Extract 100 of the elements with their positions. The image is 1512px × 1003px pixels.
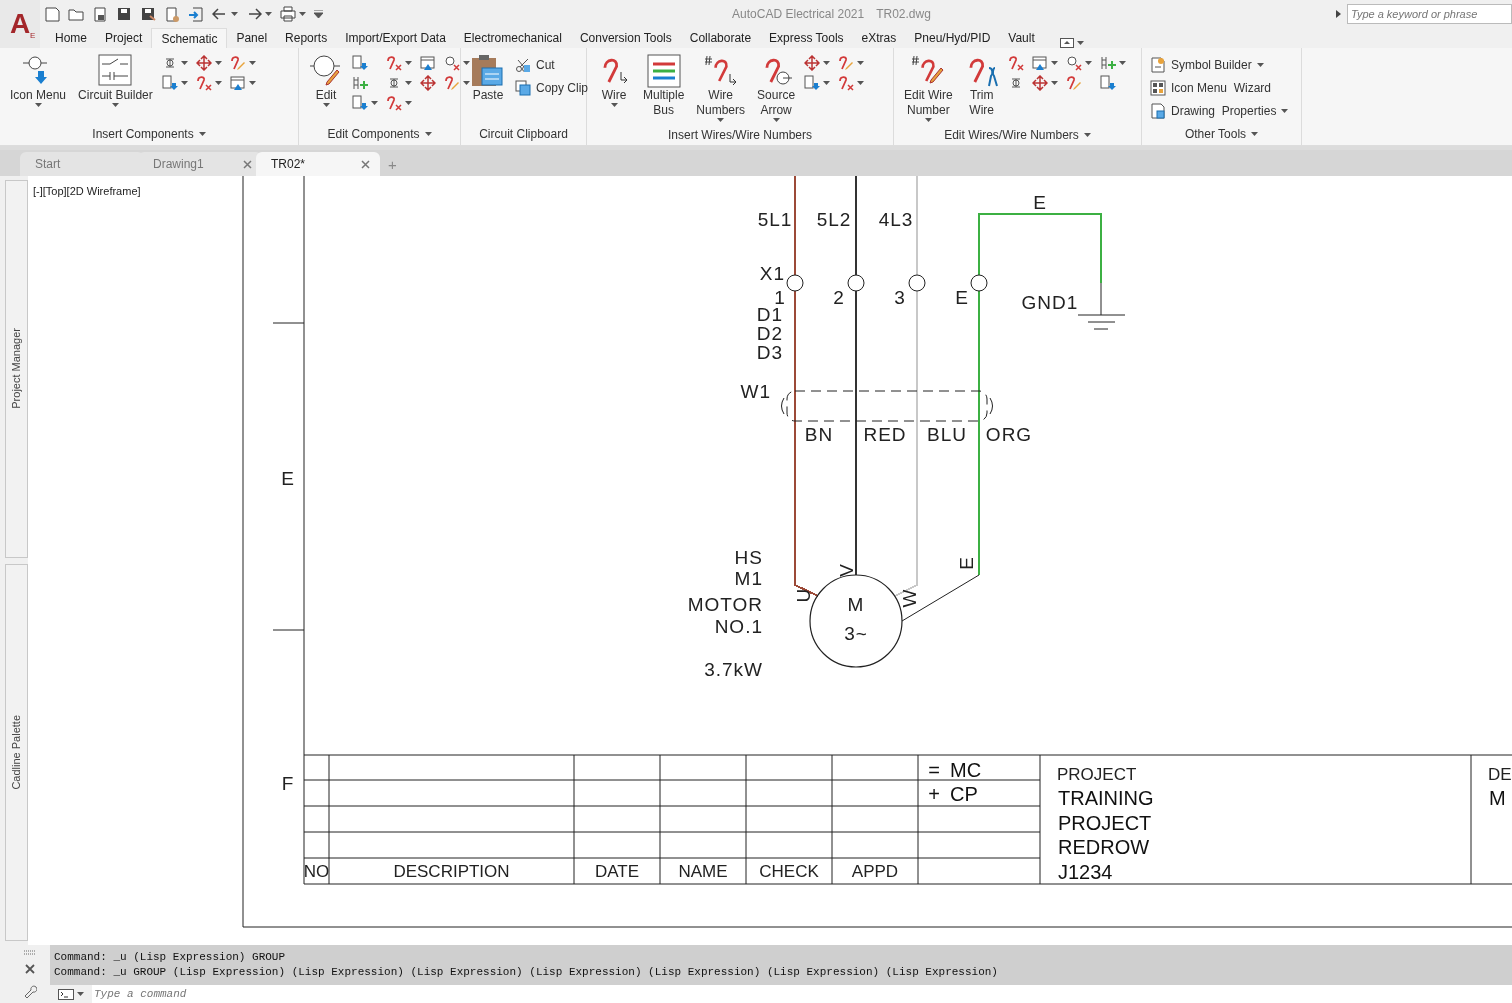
tool-button[interactable] [1030,54,1059,72]
terminal-plus-icon [1099,55,1116,71]
tool-button[interactable]: Source Arrow [753,52,800,124]
expand-arrow-icon[interactable] [1336,10,1341,18]
terminal-plus-icon [352,75,368,91]
tool-button[interactable] [1098,54,1127,72]
panel-title[interactable]: Insert Components [0,123,298,145]
tool-button[interactable] [419,74,437,92]
tool-button[interactable] [803,54,832,72]
ribbon-tab[interactable]: eXtras [852,28,906,48]
search-field[interactable]: Type a keyword or phrase [1347,4,1512,24]
ribbon-tab[interactable]: Panel [227,28,277,48]
tool-button[interactable]: Wire Numbers [692,52,750,124]
tool-button[interactable] [351,94,379,112]
tool-button[interactable] [160,74,189,92]
motor-symbol: M [847,593,865,615]
tool-button[interactable] [443,54,471,72]
tool-button[interactable] [228,74,257,92]
numbered-wire-icon [703,54,738,88]
switch-diagram-icon [98,54,133,88]
panel-title[interactable]: Edit Wires/Wire Numbers [894,124,1141,145]
command-input[interactable]: Type a command [92,985,1512,1003]
tool-button[interactable] [1006,54,1025,72]
tool-button[interactable] [1064,54,1093,72]
ribbon-tab[interactable]: Project [96,28,152,48]
import-arrow-icon[interactable] [188,6,204,22]
tool-button[interactable]: Circuit Builder [74,52,157,109]
zone-label: E [281,467,295,489]
ribbon-tab[interactable]: Import/Export Data [336,28,455,48]
cable-core-label: ORG [985,423,1033,445]
zone-tick [272,322,305,324]
tool-button[interactable] [419,54,437,72]
terminal-circle [786,274,804,292]
panel-toggle-icon[interactable] [1059,38,1074,48]
tool-button[interactable]: Symbol Builder [1148,55,1291,75]
tool-button[interactable] [837,74,866,92]
palette-panel[interactable]: Cadline Palette [5,563,28,941]
tool-button[interactable]: Drawing Properties [1148,101,1291,121]
wrench-icon[interactable] [23,984,37,999]
grip-icon[interactable] [23,949,37,955]
close-icon[interactable] [243,159,252,169]
tool-button[interactable] [194,54,223,72]
motor-tag: NO.1 [714,615,763,637]
motor-tag: HS [734,546,763,568]
project-line: PROJECT [1058,811,1152,834]
tool-button[interactable] [194,74,223,92]
panel-title[interactable]: Other Tools [1142,123,1301,145]
panel-title[interactable]: Edit Components [299,123,460,145]
window-icon [420,55,436,71]
panel-title[interactable]: Circuit Clipboard [461,123,586,145]
tool-button[interactable]: Wire [593,52,635,109]
tool-button[interactable]: Icon Menu Wizard [1148,78,1291,98]
tool-button[interactable] [443,74,471,92]
redo-arrow-icon[interactable] [246,6,262,22]
ribbon-tab[interactable]: Vault [999,28,1044,48]
close-icon[interactable] [25,964,35,975]
terminal-tag: X1 [759,262,785,284]
window-icon [229,75,246,91]
tool-button[interactable]: Edit [305,52,347,109]
folder-icon[interactable] [68,6,84,22]
ribbon-tab[interactable]: Collaborate [680,28,761,48]
tool-button[interactable]: Copy Clip [513,78,591,98]
tool-button[interactable]: Cut [513,55,591,75]
properties-page-icon [1150,103,1166,119]
tool-button[interactable] [228,54,257,72]
wire-pencil-icon [444,75,460,91]
document-tab[interactable]: TR02* [256,152,380,176]
tool-button[interactable] [385,94,413,112]
caret-icon [265,12,272,16]
close-icon[interactable] [361,159,370,169]
tool-button[interactable]: Edit Wire Number [900,52,957,124]
tool-button[interactable]: Trim Wire [960,52,1003,120]
tool-button[interactable]: Icon Menu [6,52,71,109]
ribbon-tab[interactable]: Electromechanical [454,28,571,48]
undo-arrow-icon[interactable] [212,6,228,22]
ground-tag: GND1 [1021,291,1079,313]
blank-page-icon[interactable] [44,6,60,22]
drawing-viewport[interactable] [28,176,1512,945]
page-icon[interactable] [92,6,108,22]
tool-button[interactable] [385,54,413,72]
scissors-icon [515,57,531,73]
column-header: NO [303,861,330,881]
ribbon-tab[interactable]: Conversion Tools [570,28,681,48]
ribbon-tab[interactable]: Schematic [151,28,228,48]
ribbon-tab[interactable]: Pneu/Hyd/PID [905,28,1000,48]
viewport-controls[interactable]: [-][Top][2D Wireframe] [33,183,141,200]
tool-button[interactable] [1030,74,1059,92]
tool-button[interactable]: Paste [467,52,509,105]
ribbon-tab[interactable]: Express Tools [760,28,853,48]
prompt-icon[interactable] [58,988,74,1000]
tool-button[interactable]: Multiple Bus [639,52,689,120]
ribbon-tab[interactable]: Reports [276,28,337,48]
tool-button[interactable] [837,54,866,72]
customize-caret-icon[interactable] [314,10,323,18]
printer-icon[interactable] [280,6,296,22]
palette-panel[interactable]: Project Manager [5,180,28,558]
panel-title[interactable]: Insert Wires/Wire Numbers [587,124,893,145]
command-history-line: Command: _u (Lisp Expression) GROUP [54,950,287,965]
tool-button[interactable] [803,74,832,92]
ribbon-tab[interactable]: Home [46,28,96,48]
